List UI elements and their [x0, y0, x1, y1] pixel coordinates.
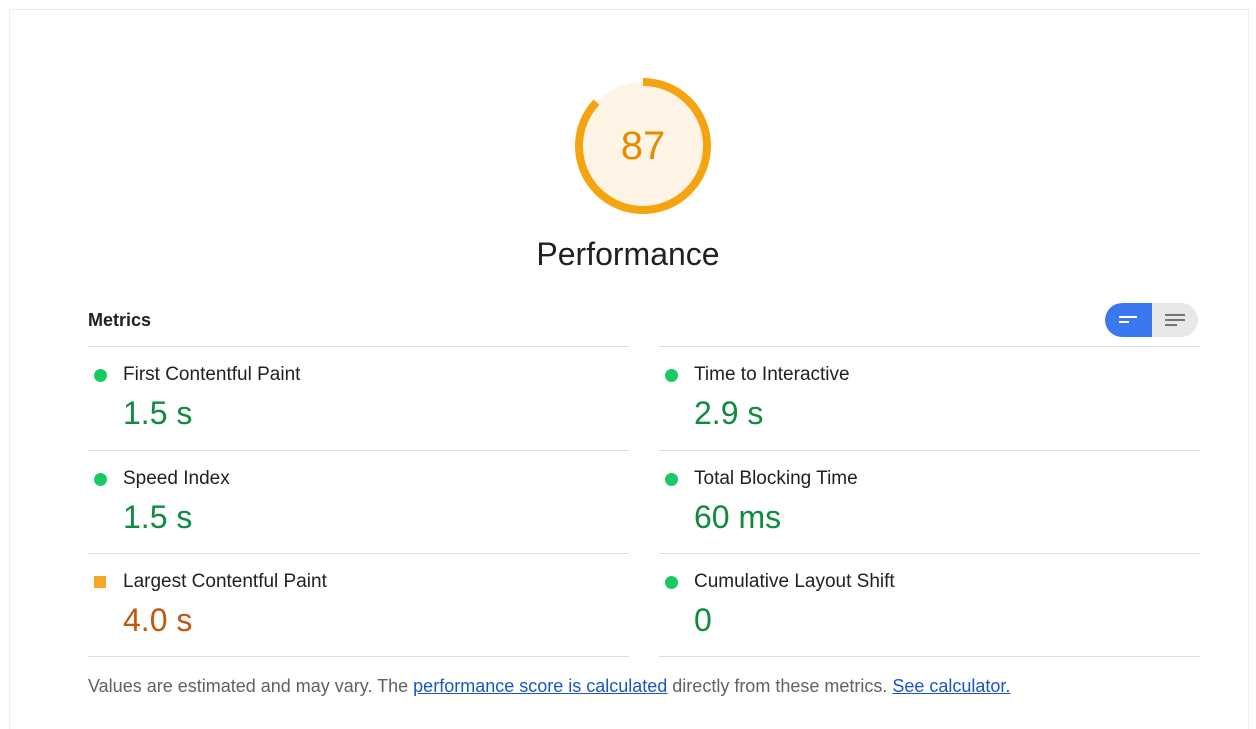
pass-indicator-icon: [94, 369, 107, 382]
metric-value: 0: [694, 602, 712, 638]
footnote: Values are estimated and may vary. The p…: [88, 676, 1010, 697]
metric-label: First Contentful Paint: [123, 364, 301, 385]
condensed-view-button[interactable]: [1105, 303, 1152, 337]
metric-label: Speed Index: [123, 468, 230, 489]
metric-largest-contentful-paint: Largest Contentful Paint 4.0 s: [88, 553, 629, 657]
metric-label: Time to Interactive: [694, 364, 850, 385]
divider: [659, 656, 1200, 657]
metric-first-contentful-paint: First Contentful Paint 1.5 s: [88, 346, 629, 450]
condensed-view-icon: [1119, 316, 1137, 323]
pass-indicator-icon: [665, 369, 678, 382]
metrics-heading: Metrics: [88, 310, 152, 330]
metric-value: 1.5 s: [123, 499, 193, 535]
metric-value: 2.9 s: [694, 395, 764, 431]
metric-speed-index: Speed Index 1.5 s: [88, 450, 629, 554]
metric-value: 4.0 s: [123, 602, 193, 638]
metric-label: Cumulative Layout Shift: [694, 571, 895, 592]
metric-time-to-interactive: Time to Interactive 2.9 s: [659, 346, 1200, 450]
metric-value: 1.5 s: [123, 395, 193, 431]
expanded-view-icon: [1165, 314, 1185, 326]
score-value: 87: [620, 124, 666, 168]
metric-label: Largest Contentful Paint: [123, 571, 327, 592]
pass-indicator-icon: [665, 473, 678, 486]
metric-label: Total Blocking Time: [694, 468, 858, 489]
metric-cumulative-layout-shift: Cumulative Layout Shift 0: [659, 553, 1200, 657]
category-title: Performance: [536, 236, 720, 272]
see-calculator-link[interactable]: See calculator.: [892, 676, 1010, 696]
metrics-view-toggle[interactable]: [1105, 303, 1198, 337]
pass-indicator-icon: [665, 576, 678, 589]
divider: [88, 656, 629, 657]
metric-total-blocking-time: Total Blocking Time 60 ms: [659, 450, 1200, 554]
performance-score-gauge[interactable]: 87: [573, 76, 713, 216]
footnote-middle: directly from these metrics.: [667, 676, 893, 696]
footnote-prefix: Values are estimated and may vary. The: [88, 676, 414, 696]
metric-value: 60 ms: [694, 499, 782, 535]
expanded-view-button[interactable]: [1152, 303, 1198, 337]
score-calculation-link[interactable]: performance score is calculated: [413, 676, 667, 696]
pass-indicator-icon: [94, 473, 107, 486]
average-indicator-icon: [94, 576, 106, 588]
